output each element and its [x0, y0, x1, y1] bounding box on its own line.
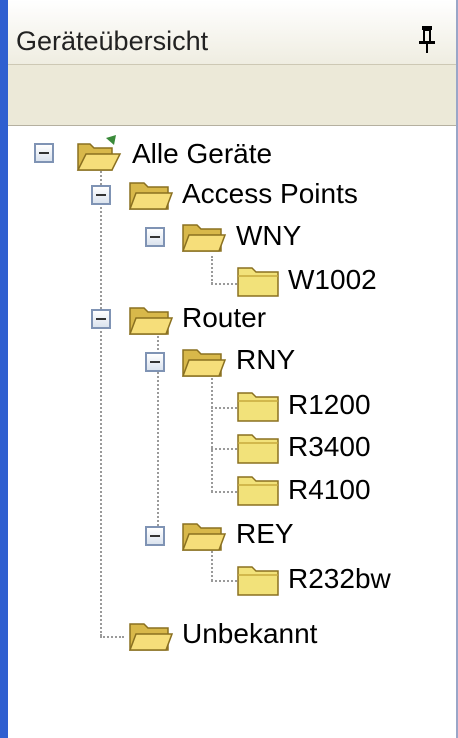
- collapse-toggle-wny[interactable]: [145, 227, 165, 247]
- tree-line: [100, 168, 102, 636]
- tree-item-router[interactable]: Router: [182, 302, 266, 334]
- panel-header: Geräteübersicht: [8, 0, 456, 65]
- collapse-toggle-router[interactable]: [91, 309, 111, 329]
- collapse-toggle-rey[interactable]: [145, 526, 165, 546]
- tree-line: [211, 491, 237, 493]
- tree-line: [211, 374, 213, 492]
- tree-line: [211, 407, 237, 409]
- window-left-border: [0, 0, 8, 738]
- collapse-toggle-rny[interactable]: [145, 352, 165, 372]
- folder-open-icon: [181, 523, 227, 551]
- folder-icon: [237, 267, 279, 297]
- tree-item-wny[interactable]: WNY: [236, 220, 301, 252]
- folder-open-icon: [128, 623, 174, 651]
- tree-item-r232bw[interactable]: R232bw: [288, 563, 391, 595]
- tree-item-r1200[interactable]: R1200: [288, 389, 371, 421]
- device-overview-panel: Geräteübersicht Alle Geräte Access Point…: [8, 0, 456, 738]
- folder-icon: [237, 566, 279, 596]
- tree-item-access-points[interactable]: Access Points: [182, 178, 358, 210]
- collapse-toggle-alle-geraete[interactable]: [34, 143, 54, 163]
- pin-icon[interactable]: [416, 24, 438, 54]
- folder-icon: [237, 392, 279, 422]
- tree-line: [211, 256, 213, 284]
- device-tree: Alle Geräte Access Points WNY W1002 Rout…: [8, 126, 456, 738]
- folder-open-icon: [181, 349, 227, 377]
- tree-line: [100, 636, 124, 638]
- panel-title: Geräteübersicht: [16, 26, 209, 56]
- collapse-toggle-access-points[interactable]: [91, 185, 111, 205]
- tree-line: [211, 580, 237, 582]
- folder-icon: [237, 434, 279, 464]
- folder-open-icon: [128, 307, 174, 335]
- tree-item-rey[interactable]: REY: [236, 518, 294, 550]
- tree-item-r3400[interactable]: R3400: [288, 431, 371, 463]
- tree-item-w1002[interactable]: W1002: [288, 264, 377, 296]
- folder-open-icon: [76, 135, 122, 171]
- tree-item-rny[interactable]: RNY: [236, 344, 295, 376]
- panel-toolbar: [8, 65, 456, 126]
- tree-line: [211, 283, 237, 285]
- folder-open-icon: [128, 182, 174, 210]
- tree-item-unbekannt[interactable]: Unbekannt: [182, 618, 317, 650]
- tree-line: [211, 448, 237, 450]
- tree-item-alle-geraete[interactable]: Alle Geräte: [132, 138, 272, 170]
- folder-icon: [237, 476, 279, 506]
- folder-open-icon: [181, 224, 227, 252]
- tree-item-r4100[interactable]: R4100: [288, 474, 371, 506]
